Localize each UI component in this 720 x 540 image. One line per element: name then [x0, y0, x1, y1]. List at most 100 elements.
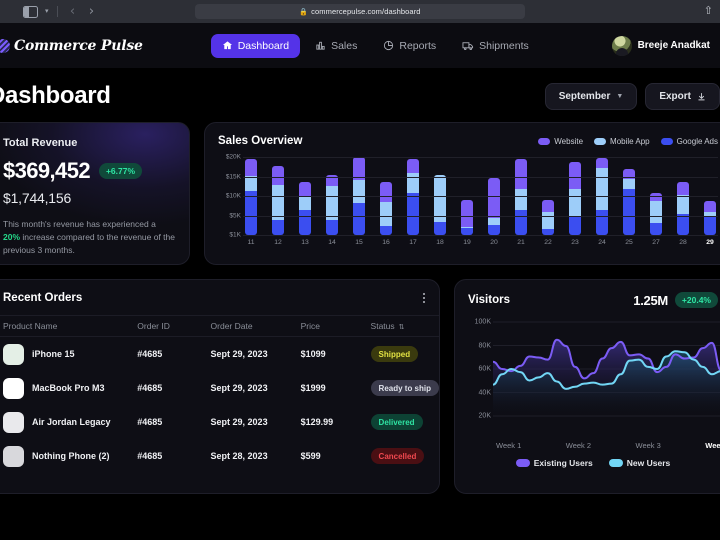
cell-order-date: Sept 29, 2023 — [210, 417, 268, 427]
x-tick-label: 13 — [301, 239, 309, 246]
cell-price: $1999 — [300, 383, 326, 393]
stacked-bar — [623, 169, 635, 235]
bar-segment — [245, 176, 257, 192]
sales-chart: $20K $15K $10K $5K $1K 11 12 13 14 15 16 17 18 19 20 2… — [218, 154, 718, 255]
col-status-label: Status — [370, 321, 395, 331]
toolbar-divider — [56, 6, 58, 17]
bar-segment — [488, 178, 500, 219]
stacked-bar — [380, 181, 392, 235]
x-tick-label: 17 — [409, 239, 417, 246]
month-filter-button[interactable]: September ▼ — [544, 82, 638, 110]
table-row[interactable]: Nothing Phone (2) #4685 Sept 28, 2023 $599 C… — [0, 439, 439, 473]
bar-chart-icon — [316, 41, 325, 50]
visitors-count: 1.25M — [633, 292, 668, 308]
cell-order-date: Sept 29, 2023 — [210, 383, 268, 393]
bar-segment — [542, 200, 554, 213]
x-tick-label: 16 — [382, 239, 390, 246]
legend-swatch-icon — [538, 137, 551, 145]
x-tick-label: 22 — [544, 239, 552, 246]
stacked-bar — [542, 200, 554, 235]
avatar — [611, 35, 632, 56]
nav-item-sales[interactable]: Sales — [304, 34, 368, 58]
forward-button[interactable]: › — [85, 5, 99, 18]
cell-order-date: Sept 29, 2023 — [210, 349, 268, 359]
bar-segment — [272, 165, 284, 185]
legend-label: Google Ads — [676, 136, 718, 146]
home-icon — [222, 41, 232, 50]
cell-price: $1099 — [300, 349, 326, 359]
bar-segment — [380, 201, 392, 227]
app-logo[interactable]: Commerce Pulse — [0, 38, 143, 54]
y-tick: 20K — [478, 412, 491, 420]
nav-label-shipments: Shipments — [479, 39, 529, 52]
back-button[interactable]: ‹ — [66, 5, 80, 18]
product-name: MacBook Pro M3 — [32, 383, 105, 393]
legend-item-0[interactable]: Website — [538, 137, 583, 146]
product-thumbnail — [3, 343, 24, 365]
col-price[interactable]: Price — [300, 315, 371, 337]
visitors-x-axis: Week 1 Week 2 Week 3 Week 4 — [468, 438, 720, 450]
profile-name: Breeje Anadkat — [637, 40, 710, 51]
legend-item-2[interactable]: Google Ads — [660, 136, 718, 146]
status-badge: Cancelled — [370, 448, 425, 464]
stacked-bar — [461, 200, 473, 235]
user-profile[interactable]: Breeje Anadkat — [611, 35, 710, 56]
bar-segment — [704, 200, 716, 213]
share-icon[interactable]: ⇧ — [704, 6, 713, 17]
cell-order-id: #4685 — [137, 451, 163, 461]
orders-table: Product Name Order ID Order Date Price S… — [0, 315, 439, 473]
product-thumbnail — [3, 411, 24, 433]
primary-nav: Dashboard Sales Reports Shipments — [210, 33, 540, 58]
legend-swatch-icon — [660, 137, 673, 145]
gridline — [243, 157, 718, 158]
col-status[interactable]: Status ⇅ — [370, 315, 439, 337]
col-product-name[interactable]: Product Name — [0, 315, 138, 337]
nav-item-shipments[interactable]: Shipments — [451, 34, 540, 58]
kebab-menu-icon[interactable] — [422, 292, 425, 304]
revenue-label: Total Revenue — [3, 137, 78, 149]
nav-item-dashboard[interactable]: Dashboard — [210, 33, 301, 58]
x-tick-label: Week 1 — [496, 441, 522, 450]
stacked-bar — [299, 181, 311, 235]
stacked-bar — [704, 200, 716, 235]
cell-price: $129.99 — [300, 417, 334, 427]
orders-table-body: iPhone 15 #4685 Sept 29, 2023 $1099 Shipped M… — [0, 337, 439, 474]
chevron-down-icon[interactable]: ▾ — [45, 8, 49, 15]
bar-segment — [704, 217, 716, 235]
y-tick: $5K — [229, 212, 241, 219]
bar-segment — [650, 222, 662, 235]
legend-item-1[interactable]: New Users — [608, 458, 670, 468]
bar-segment — [299, 210, 311, 235]
y-tick: 100K — [474, 318, 491, 326]
address-bar[interactable]: 🔒 commercepulse.com/dashboard — [195, 4, 525, 19]
x-tick-label: 12 — [274, 239, 282, 246]
x-tick-label: 24 — [598, 239, 606, 246]
nav-item-reports[interactable]: Reports — [372, 34, 447, 58]
table-row[interactable]: MacBook Pro M3 #4685 Sept 29, 2023 $1999 Rea… — [0, 371, 439, 405]
total-revenue-card: Total Revenue $369,452 +6.77% $1,744,156… — [0, 122, 190, 265]
sort-icon[interactable]: ⇅ — [399, 324, 405, 331]
table-row[interactable]: iPhone 15 #4685 Sept 29, 2023 $1099 Shipped — [0, 337, 439, 372]
legend-label: Mobile App — [610, 136, 650, 146]
status-badge: Shipped — [370, 346, 419, 362]
header-actions: September ▼ Export — [544, 82, 720, 110]
sales-x-axis: 11 12 13 14 15 16 17 18 19 20 21 22 23 24 25 27 28 29 — [243, 235, 718, 246]
cell-status: Ready to ship — [370, 371, 439, 405]
legend-item-1[interactable]: Mobile App — [594, 137, 650, 146]
table-row[interactable]: Air Jordan Legacy #4685 Sept 29, 2023 $129.… — [0, 405, 439, 439]
legend-item-0[interactable]: Existing Users — [515, 458, 593, 468]
product-name: Air Jordan Legacy — [32, 417, 111, 427]
nav-label-sales: Sales — [331, 39, 358, 52]
bar-segment — [380, 181, 392, 202]
sales-title: Sales Overview — [218, 135, 303, 147]
col-order-id[interactable]: Order ID — [137, 315, 211, 337]
x-tick-label: 18 — [436, 239, 444, 246]
col-order-date[interactable]: Order Date — [210, 315, 301, 337]
export-button[interactable]: Export — [645, 82, 720, 110]
sales-overview-card: Sales Overview Website Mobile App Google A… — [204, 122, 720, 265]
legend-swatch-icon — [608, 459, 623, 467]
logo-mark-icon — [0, 38, 10, 53]
cell-status: Cancelled — [370, 439, 439, 473]
visitors-chart: 100K 80K 60K 40K 20K — [468, 318, 720, 438]
sidebar-toggle-icon[interactable] — [23, 5, 38, 18]
